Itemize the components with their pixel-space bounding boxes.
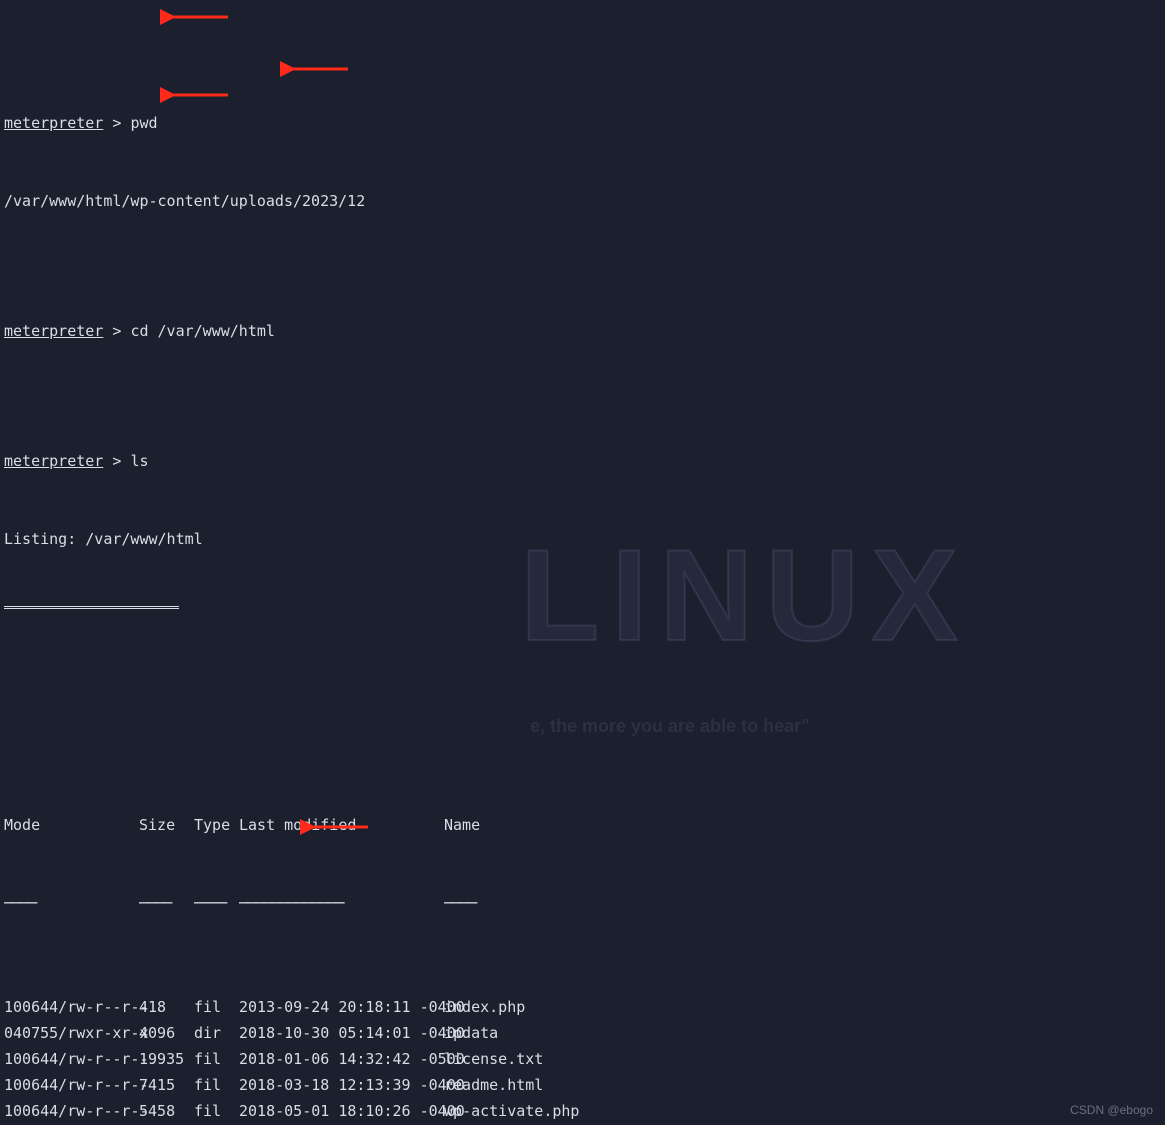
ls-cell-date: 2018-10-30 05:14:01 -0400	[239, 1020, 444, 1046]
ls-cell-size: 7415	[139, 1072, 194, 1098]
listing-separator	[4, 606, 179, 609]
command-cd: cd /var/www/html	[130, 322, 275, 340]
output-pwd: /var/www/html/wp-content/uploads/2023/12	[4, 188, 1161, 214]
ls-cell-mode: 100644/rw-r--r--	[4, 1072, 139, 1098]
ls-row: 040755/rwxr-xr-x4096dir2018-10-30 05:14:…	[4, 1020, 1161, 1046]
ls-cell-mode: 100644/rw-r--r--	[4, 1098, 139, 1124]
prompt-line-cd: meterpreter > cd /var/www/html	[4, 318, 1161, 344]
watermark-text: CSDN @ebogo	[1070, 1103, 1153, 1117]
ls-header-date: Last modified	[239, 812, 444, 838]
ls-header-mode: Mode	[4, 812, 139, 838]
ls-cell-name: ipdata	[444, 1020, 1161, 1046]
prompt-symbol: >	[112, 452, 121, 470]
ls-cell-date: 2018-03-18 12:13:39 -0400	[239, 1072, 444, 1098]
ls-cell-date: 2018-05-01 18:10:26 -0400	[239, 1098, 444, 1124]
ls-header-row: Mode Size Type Last modified Name	[4, 812, 1161, 838]
ls-cell-mode: 040755/rwxr-xr-x	[4, 1020, 139, 1046]
prompt-prefix: meterpreter	[4, 322, 103, 340]
ls-cell-name: license.txt	[444, 1046, 1161, 1072]
ls-cell-date: 2013-09-24 20:18:11 -0400	[239, 994, 444, 1020]
ls-row: 100644/rw-r--r--5458fil2018-05-01 18:10:…	[4, 1098, 1161, 1124]
ls-cell-size: 4096	[139, 1020, 194, 1046]
ls-cell-type: dir	[194, 1020, 239, 1046]
ls-row: 100644/rw-r--r--19935fil2018-01-06 14:32…	[4, 1046, 1161, 1072]
prompt-symbol: >	[112, 322, 121, 340]
ls-cell-size: 5458	[139, 1098, 194, 1124]
ls-cell-size: 418	[139, 994, 194, 1020]
prompt-prefix: meterpreter	[4, 114, 103, 132]
ls-cell-type: fil	[194, 1072, 239, 1098]
command-pwd: pwd	[130, 114, 157, 132]
ls-cell-name: wp-activate.php	[444, 1098, 1161, 1124]
ls-header-underline	[4, 890, 1161, 916]
prompt-symbol: >	[112, 114, 121, 132]
ls-cell-type: fil	[194, 1046, 239, 1072]
ls-cell-date: 2018-01-06 14:32:42 -0500	[239, 1046, 444, 1072]
prompt-line-ls: meterpreter > ls	[4, 448, 1161, 474]
ls-header-type: Type	[194, 812, 239, 838]
ls-cell-type: fil	[194, 1098, 239, 1124]
terminal-output[interactable]: meterpreter > pwd /var/www/html/wp-conte…	[0, 0, 1165, 1125]
ls-cell-mode: 100644/rw-r--r--	[4, 994, 139, 1020]
ls-row: 100644/rw-r--r--7415fil2018-03-18 12:13:…	[4, 1072, 1161, 1098]
ls-header-name: Name	[444, 812, 1161, 838]
ls-cell-mode: 100644/rw-r--r--	[4, 1046, 139, 1072]
command-ls: ls	[130, 452, 148, 470]
ls-cell-type: fil	[194, 994, 239, 1020]
ls-row: 100644/rw-r--r--418fil2013-09-24 20:18:1…	[4, 994, 1161, 1020]
listing-header: Listing: /var/www/html	[4, 526, 1161, 552]
prompt-prefix: meterpreter	[4, 452, 103, 470]
ls-cell-name: readme.html	[444, 1072, 1161, 1098]
ls-cell-name: index.php	[444, 994, 1161, 1020]
ls-header-size: Size	[139, 812, 194, 838]
ls-cell-size: 19935	[139, 1046, 194, 1072]
prompt-line-pwd: meterpreter > pwd	[4, 110, 1161, 136]
